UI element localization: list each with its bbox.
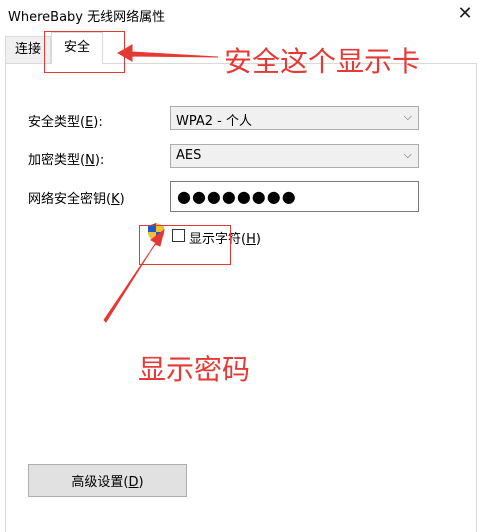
security-type-select[interactable]: WPA2 - 个人 ⌵ [170,106,419,130]
advanced-settings-button[interactable]: 高级设置(D) [28,464,187,497]
close-button[interactable]: ✕ [448,0,482,26]
annotation-text-password: 显示密码 [138,353,251,386]
annotation-box-show-characters [139,225,231,265]
wireless-properties-window: WhereBaby 无线网络属性 ✕ 连接 安全 安全类型(E): WPA2 -… [0,0,488,532]
advanced-settings-label: 高级设置(D) [71,475,144,490]
chevron-down-icon: ⌵ [403,148,412,161]
security-type-label: 安全类型(E): [28,115,103,130]
close-icon: ✕ [457,2,473,24]
tab-security[interactable]: 安全 [51,32,103,64]
encryption-type-value: AES [176,148,202,163]
title-bar: WhereBaby 无线网络属性 ✕ [0,0,488,30]
tab-security-label: 安全 [63,40,90,55]
encryption-type-label: 加密类型(N): [28,153,105,168]
network-key-input[interactable]: ●●●●●●●● [170,181,419,212]
annotation-arrow-to-tab [116,44,219,62]
security-tab-panel [5,63,477,532]
network-key-label: 网络安全密钥(K) [28,192,125,207]
window-title: WhereBaby 无线网络属性 [8,10,166,25]
security-type-value: WPA2 - 个人 [176,114,252,129]
chevron-down-icon: ⌵ [403,110,412,123]
annotation-text-tab: 安全这个显示卡 [224,45,421,78]
tab-connection-label: 连接 [14,42,41,57]
encryption-type-select[interactable]: AES ⌵ [170,144,419,168]
